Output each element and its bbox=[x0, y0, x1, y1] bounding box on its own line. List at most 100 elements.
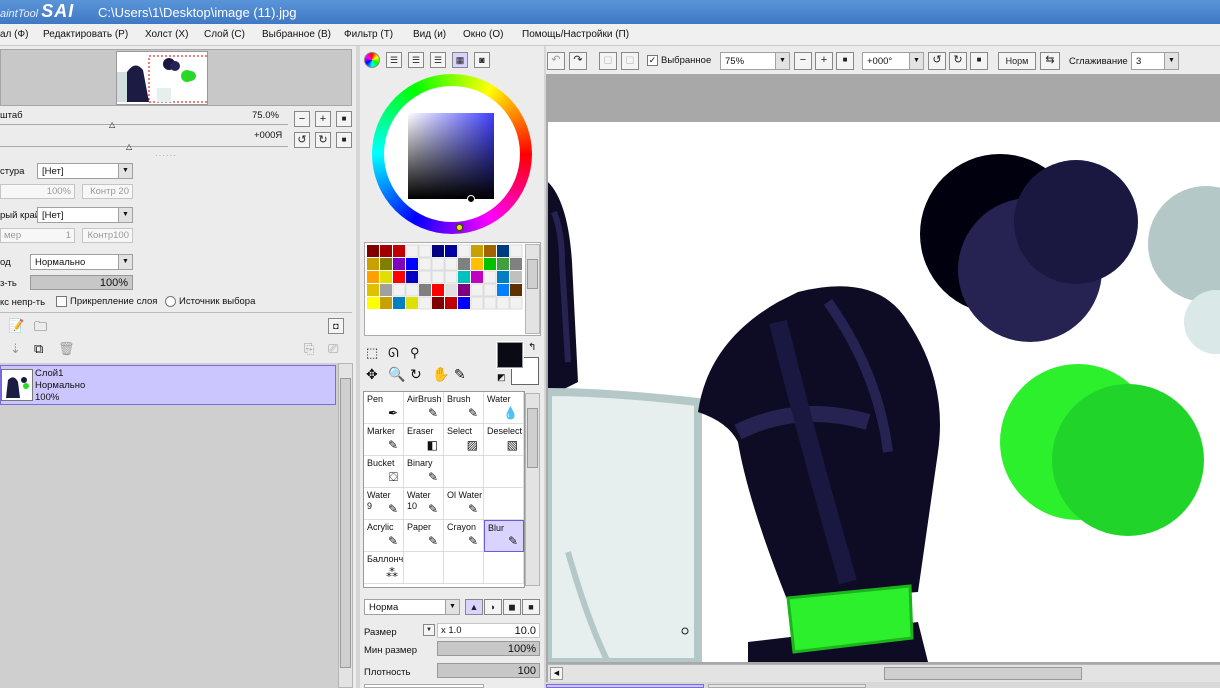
tool-brush[interactable]: Brush ✎ bbox=[444, 392, 484, 424]
brush-blend-mode-select[interactable]: Норма ▼ bbox=[364, 599, 460, 615]
swatch-palette[interactable] bbox=[364, 242, 541, 336]
menu-filter[interactable]: Фильтр (Т) bbox=[344, 29, 393, 40]
rect-select-icon[interactable]: ⬚ bbox=[366, 345, 378, 361]
opacity-slider[interactable]: 100% bbox=[30, 275, 133, 290]
tool-select[interactable]: Select ▨ bbox=[444, 424, 484, 456]
color-swatch[interactable] bbox=[445, 284, 457, 296]
tool-acrylic[interactable]: Acrylic ✎ bbox=[364, 520, 404, 552]
new-layer-icon[interactable]: 📝 bbox=[8, 318, 24, 334]
empty-swatch[interactable] bbox=[405, 244, 419, 258]
delete-layer-icon[interactable]: 🗑 bbox=[58, 341, 75, 357]
edge-select[interactable]: [Нет] ▼ bbox=[37, 207, 133, 223]
menu-view[interactable]: Вид (и) bbox=[413, 29, 446, 40]
hue-picker-handle[interactable] bbox=[455, 223, 464, 232]
color-swatch[interactable] bbox=[432, 284, 444, 296]
show-selection-checkbox[interactable]: ✓ Выбранное bbox=[647, 55, 711, 66]
tool-oil-water[interactable]: Ol Water ✎ bbox=[444, 488, 484, 520]
empty-swatch[interactable] bbox=[418, 296, 432, 310]
hand-icon[interactable]: ✋ bbox=[432, 366, 449, 383]
color-swatch[interactable] bbox=[445, 245, 457, 257]
color-swatch[interactable] bbox=[510, 284, 522, 296]
redo-icon[interactable]: ↷ bbox=[569, 52, 587, 70]
tool-eraser[interactable]: Eraser ◧ bbox=[404, 424, 444, 456]
canvas-tab-active[interactable] bbox=[546, 684, 704, 688]
empty-swatch[interactable] bbox=[444, 270, 458, 284]
hsv-slider-tab-icon[interactable]: ☰ bbox=[408, 52, 424, 68]
rotation-slider-track[interactable] bbox=[0, 146, 288, 147]
canvas-rotate-right-button[interactable]: ↻ bbox=[949, 52, 967, 70]
empty-swatch[interactable] bbox=[509, 296, 523, 310]
color-picker-handle[interactable] bbox=[467, 195, 475, 203]
brush-shape-sharp-icon[interactable]: ▲ bbox=[465, 599, 483, 615]
tool-paper[interactable]: Paper ✎ bbox=[404, 520, 444, 552]
canvas-tabs[interactable] bbox=[546, 682, 1220, 688]
color-swatch[interactable] bbox=[432, 245, 444, 257]
brush-shape-round-icon[interactable]: ◗ bbox=[484, 599, 502, 615]
texture-select[interactable]: [Нет] ▼ bbox=[37, 163, 133, 179]
tool-empty-slot[interactable] bbox=[444, 456, 484, 488]
brush-shape-flat-icon[interactable]: ◼ bbox=[503, 599, 521, 615]
menu-help[interactable]: Помощь/Настройки (П) bbox=[522, 29, 629, 40]
menu-canvas[interactable]: Холст (Х) bbox=[145, 29, 188, 40]
color-swatch[interactable] bbox=[458, 284, 470, 296]
color-wheel-tab-icon[interactable] bbox=[364, 52, 380, 68]
navigator-thumbnail[interactable] bbox=[116, 51, 208, 105]
color-swatch[interactable] bbox=[484, 245, 496, 257]
color-swatch[interactable] bbox=[380, 271, 392, 283]
color-swatch[interactable] bbox=[445, 297, 457, 309]
menu-layer[interactable]: Слой (С) bbox=[204, 29, 245, 40]
tool-pen[interactable]: Pen ✒ bbox=[364, 392, 404, 424]
hscroll-thumb[interactable] bbox=[884, 667, 1082, 680]
color-swatch[interactable] bbox=[367, 284, 379, 296]
rotate-left-button[interactable]: ↺ bbox=[294, 132, 310, 148]
tool-bucket[interactable]: Bucket ⛋ bbox=[364, 456, 404, 488]
menu-window[interactable]: Окно (О) bbox=[463, 29, 503, 40]
canvas-zoom-in-button[interactable]: + bbox=[815, 52, 833, 70]
tool-binary[interactable]: Binary ✎ bbox=[404, 456, 444, 488]
tool-water9[interactable]: Water 9 ✎ bbox=[364, 488, 404, 520]
deselect-icon[interactable]: ◻ bbox=[599, 52, 617, 70]
tool-airbrush[interactable]: AirBrush ✎ bbox=[404, 392, 444, 424]
layer-copy-icon[interactable]: ⎘ bbox=[304, 341, 314, 357]
color-swatch[interactable] bbox=[471, 271, 483, 283]
empty-swatch[interactable] bbox=[483, 283, 497, 297]
color-swatch[interactable] bbox=[367, 258, 379, 270]
canvas-rotate-reset-button[interactable]: ■ bbox=[970, 52, 988, 70]
tool-empty-slot[interactable] bbox=[444, 552, 484, 584]
color-swatch[interactable] bbox=[393, 245, 405, 257]
tool-grid-scrollbar[interactable] bbox=[525, 393, 540, 586]
density-slider[interactable]: 100 bbox=[437, 663, 540, 678]
tool-empty-slot[interactable] bbox=[484, 488, 524, 520]
reset-colors-icon[interactable]: ◩ bbox=[497, 372, 506, 383]
canvas-zoom-reset-button[interactable]: ■ bbox=[836, 52, 854, 70]
color-swatch[interactable] bbox=[367, 297, 379, 309]
brush-size-dropdown[interactable]: ▼ bbox=[423, 624, 435, 636]
merge-layer-icon[interactable]: ⧉ bbox=[34, 341, 43, 357]
canvas-rotate-left-button[interactable]: ↺ bbox=[928, 52, 946, 70]
color-swatch[interactable] bbox=[406, 271, 418, 283]
empty-swatch[interactable] bbox=[405, 283, 419, 297]
tool-deselect[interactable]: Deselect ▧ bbox=[484, 424, 524, 456]
flip-horizontal-icon[interactable]: ⇆ bbox=[1040, 52, 1060, 70]
empty-swatch[interactable] bbox=[483, 296, 497, 310]
empty-swatch[interactable] bbox=[444, 257, 458, 271]
menu-file[interactable]: ал (Ф) bbox=[0, 29, 28, 40]
empty-swatch[interactable] bbox=[392, 283, 406, 297]
color-swatch[interactable] bbox=[497, 284, 509, 296]
color-swatch[interactable] bbox=[419, 284, 431, 296]
zoom-slider-handle[interactable]: △ bbox=[109, 120, 115, 129]
layer-mask-button[interactable]: ◘ bbox=[328, 318, 344, 334]
rotation-slider-handle[interactable]: △ bbox=[126, 142, 132, 151]
color-swatch[interactable] bbox=[510, 271, 522, 283]
new-folder-icon[interactable]: 🗀 bbox=[34, 318, 47, 340]
brush-extra-select[interactable] bbox=[364, 684, 484, 688]
transfer-down-icon[interactable]: ⇣ bbox=[10, 341, 21, 357]
layer-clear-icon[interactable]: ⎚ bbox=[328, 341, 338, 357]
rotate-reset-button[interactable]: ■ bbox=[336, 132, 352, 148]
color-swatch[interactable] bbox=[510, 258, 522, 270]
view-mode-button[interactable]: Норм bbox=[998, 52, 1036, 70]
tool-water[interactable]: Water 💧 bbox=[484, 392, 524, 424]
move-icon[interactable]: ✥ bbox=[366, 366, 378, 383]
color-swatch[interactable] bbox=[406, 297, 418, 309]
brush-shape-square-icon[interactable]: ■ bbox=[522, 599, 540, 615]
